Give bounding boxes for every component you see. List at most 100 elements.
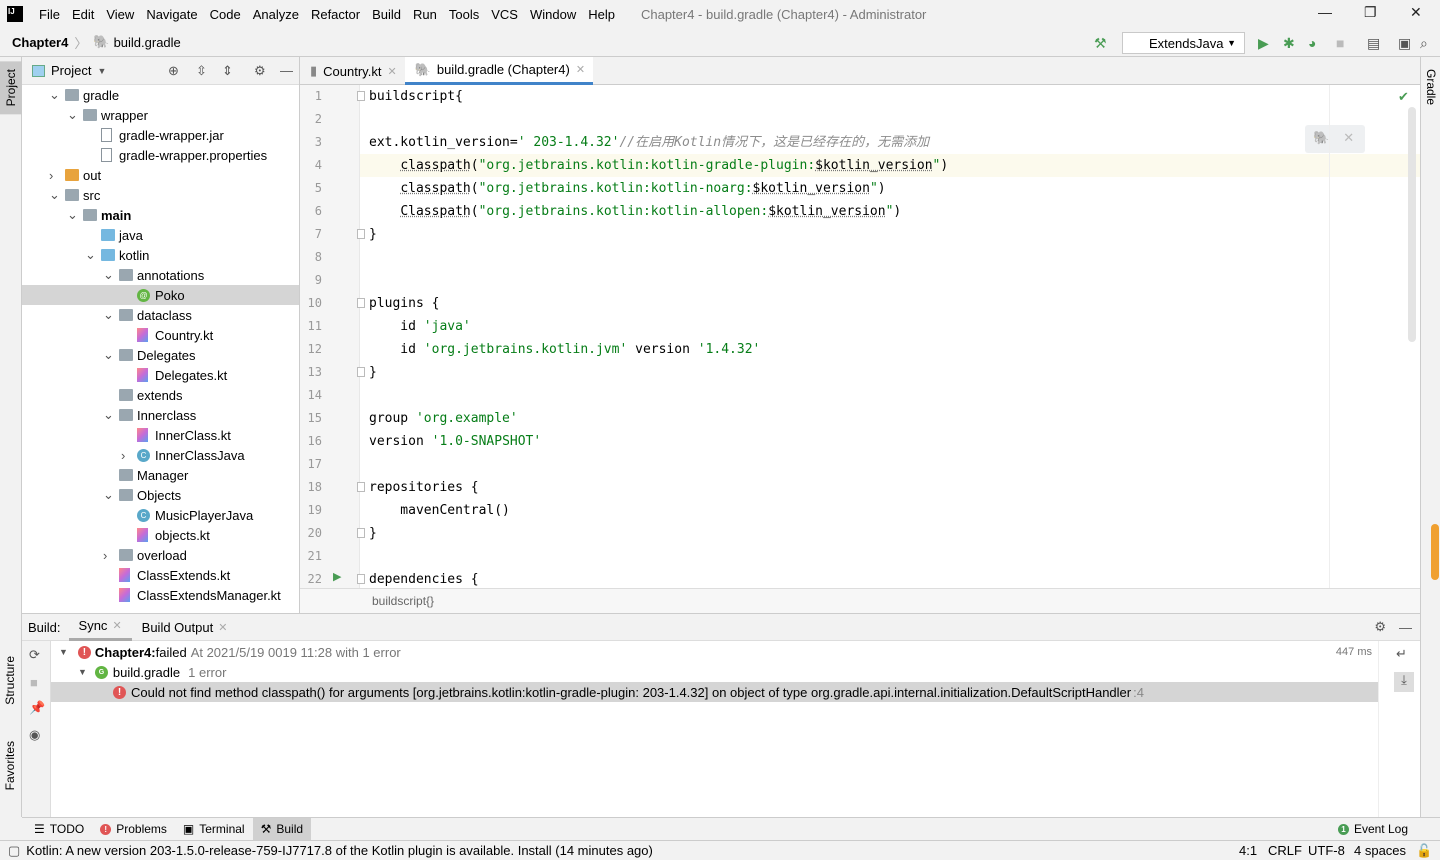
file-encoding[interactable]: UTF-8: [1308, 843, 1345, 858]
tree-item[interactable]: ClassExtendsManager.kt: [22, 585, 299, 605]
chevron-right-icon[interactable]: ›: [49, 168, 59, 183]
todo-tool-button[interactable]: ☰ TODO: [26, 818, 92, 841]
run-gutter-icon[interactable]: ▶: [333, 570, 341, 583]
breadcrumb-project[interactable]: Chapter4: [12, 35, 68, 50]
fold-marker-icon[interactable]: [357, 229, 365, 239]
caret-position[interactable]: 4:1: [1239, 843, 1257, 858]
problems-tool-button[interactable]: ! Problems: [92, 818, 175, 841]
tree-item[interactable]: ⌄ gradle: [22, 85, 299, 105]
tree-item[interactable]: InnerClass.kt: [22, 425, 299, 445]
build-tree-root[interactable]: ▼ ! Chapter4: failed At 2021/5/19 0019 1…: [51, 642, 1378, 662]
search-icon[interactable]: ⌕: [1420, 35, 1428, 52]
coverage-icon[interactable]: ◕: [1308, 35, 1316, 51]
chevron-down-icon[interactable]: ▼: [97, 66, 106, 76]
menu-file[interactable]: File: [33, 7, 66, 22]
favorites-tool-button[interactable]: Favorites: [3, 737, 17, 794]
tree-item[interactable]: java: [22, 225, 299, 245]
stop-icon[interactable]: ■: [30, 675, 38, 690]
project-tool-button[interactable]: Project: [0, 61, 22, 115]
tree-item[interactable]: @ Poko: [22, 285, 299, 305]
tree-item[interactable]: ⌄ kotlin: [22, 245, 299, 265]
status-toggle-icon[interactable]: ▢: [8, 843, 20, 859]
editor-breadcrumb[interactable]: buildscript{}: [300, 588, 1420, 613]
tab-build-output[interactable]: Build Output ✕: [132, 614, 238, 641]
pin-icon[interactable]: 📌: [29, 700, 45, 716]
tree-item[interactable]: Country.kt: [22, 325, 299, 345]
close-button[interactable]: ✕: [1410, 4, 1422, 21]
project-structure-icon[interactable]: ▤: [1367, 35, 1380, 52]
build-error-row[interactable]: ! Could not find method classpath() for …: [51, 682, 1378, 702]
chevron-down-icon[interactable]: ⌄: [103, 347, 114, 363]
minimize-button[interactable]: —: [1318, 4, 1332, 20]
run-icon[interactable]: ▶: [1258, 35, 1269, 52]
chevron-down-icon[interactable]: ▼: [59, 647, 68, 657]
tree-item[interactable]: › out: [22, 165, 299, 185]
fold-marker-icon[interactable]: [357, 482, 365, 492]
fold-marker-icon[interactable]: [357, 574, 365, 584]
scroll-to-end-icon[interactable]: ⤓: [1394, 672, 1414, 692]
tree-item[interactable]: › C InnerClassJava: [22, 445, 299, 465]
chevron-down-icon[interactable]: ⌄: [67, 107, 78, 123]
build-tree-file[interactable]: ▼ G build.gradle 1 error: [51, 662, 1378, 682]
menu-build[interactable]: Build: [366, 7, 407, 22]
chevron-right-icon[interactable]: ›: [121, 448, 131, 463]
tree-item[interactable]: ⌄ dataclass: [22, 305, 299, 325]
chevron-down-icon[interactable]: ⌄: [103, 267, 114, 283]
menu-help[interactable]: Help: [582, 7, 621, 22]
hide-icon[interactable]: —: [1399, 620, 1412, 635]
gradle-reload-icon[interactable]: 🐘: [1313, 130, 1329, 145]
stop-icon[interactable]: ■: [1336, 35, 1344, 51]
menu-tools[interactable]: Tools: [443, 7, 485, 22]
chevron-down-icon[interactable]: ⌄: [49, 87, 60, 103]
tree-item[interactable]: ⌄ main: [22, 205, 299, 225]
structure-tool-button[interactable]: Structure: [3, 652, 17, 709]
menu-analyze[interactable]: Analyze: [247, 7, 305, 22]
close-icon[interactable]: ✕: [218, 621, 227, 634]
menu-refactor[interactable]: Refactor: [305, 7, 366, 22]
close-icon[interactable]: ✕: [387, 65, 396, 78]
menu-code[interactable]: Code: [204, 7, 247, 22]
close-icon[interactable]: ✕: [1343, 130, 1354, 145]
chevron-down-icon[interactable]: ⌄: [85, 247, 96, 263]
gear-icon[interactable]: ⚙: [1374, 619, 1386, 635]
chevron-down-icon[interactable]: ⌄: [103, 407, 114, 423]
fold-marker-icon[interactable]: [357, 367, 365, 377]
chevron-down-icon[interactable]: ⌄: [67, 207, 78, 223]
tree-item[interactable]: ⌄ annotations: [22, 265, 299, 285]
tree-item[interactable]: gradle-wrapper.jar: [22, 125, 299, 145]
fold-marker-icon[interactable]: [357, 298, 365, 308]
debug-icon[interactable]: ✱: [1283, 35, 1295, 52]
menu-vcs[interactable]: VCS: [485, 7, 524, 22]
gear-icon[interactable]: ⚙: [254, 63, 266, 79]
chevron-down-icon[interactable]: ⌄: [103, 307, 114, 323]
expand-all-icon[interactable]: ⇳: [196, 63, 207, 79]
tree-item[interactable]: ⌄ Objects: [22, 485, 299, 505]
tab-country[interactable]: ▮ Country.kt ✕: [300, 57, 405, 85]
collapse-all-icon[interactable]: ⇕: [222, 63, 233, 79]
line-separator[interactable]: CRLF: [1268, 843, 1302, 858]
fold-marker-icon[interactable]: [357, 91, 365, 101]
run-configuration-select[interactable]: ExtendsJava ▼: [1122, 32, 1245, 54]
menu-view[interactable]: View: [100, 7, 140, 22]
tab-sync[interactable]: Sync ✕: [68, 614, 132, 641]
presentation-icon[interactable]: ▣: [1398, 35, 1411, 52]
soft-wrap-icon[interactable]: ↵: [1396, 646, 1407, 662]
chevron-down-icon[interactable]: ⌄: [103, 487, 114, 503]
tree-item[interactable]: objects.kt: [22, 525, 299, 545]
chevron-down-icon[interactable]: ▼: [78, 667, 87, 677]
locate-icon[interactable]: ⊕: [168, 63, 179, 79]
build-hammer-icon[interactable]: ⚒: [1094, 35, 1107, 52]
tree-item[interactable]: Delegates.kt: [22, 365, 299, 385]
close-icon[interactable]: ✕: [112, 619, 121, 632]
tree-item[interactable]: ClassExtends.kt: [22, 565, 299, 585]
chevron-right-icon[interactable]: ›: [103, 548, 113, 563]
tree-item[interactable]: ⌄ Delegates: [22, 345, 299, 365]
menu-window[interactable]: Window: [524, 7, 582, 22]
editor-scrollbar[interactable]: [1408, 107, 1416, 342]
indent-setting[interactable]: 4 spaces: [1354, 843, 1406, 858]
code-editor[interactable]: 1 2 3 4 5 6 7 8 9 10 11 12 13 14 15 16 17 18 19 20 21 22 ▶ bui…: [300, 85, 1420, 588]
tree-item[interactable]: extends: [22, 385, 299, 405]
menu-edit[interactable]: Edit: [66, 7, 100, 22]
close-icon[interactable]: ✕: [576, 63, 585, 76]
sync-icon[interactable]: ⟳: [29, 647, 40, 663]
